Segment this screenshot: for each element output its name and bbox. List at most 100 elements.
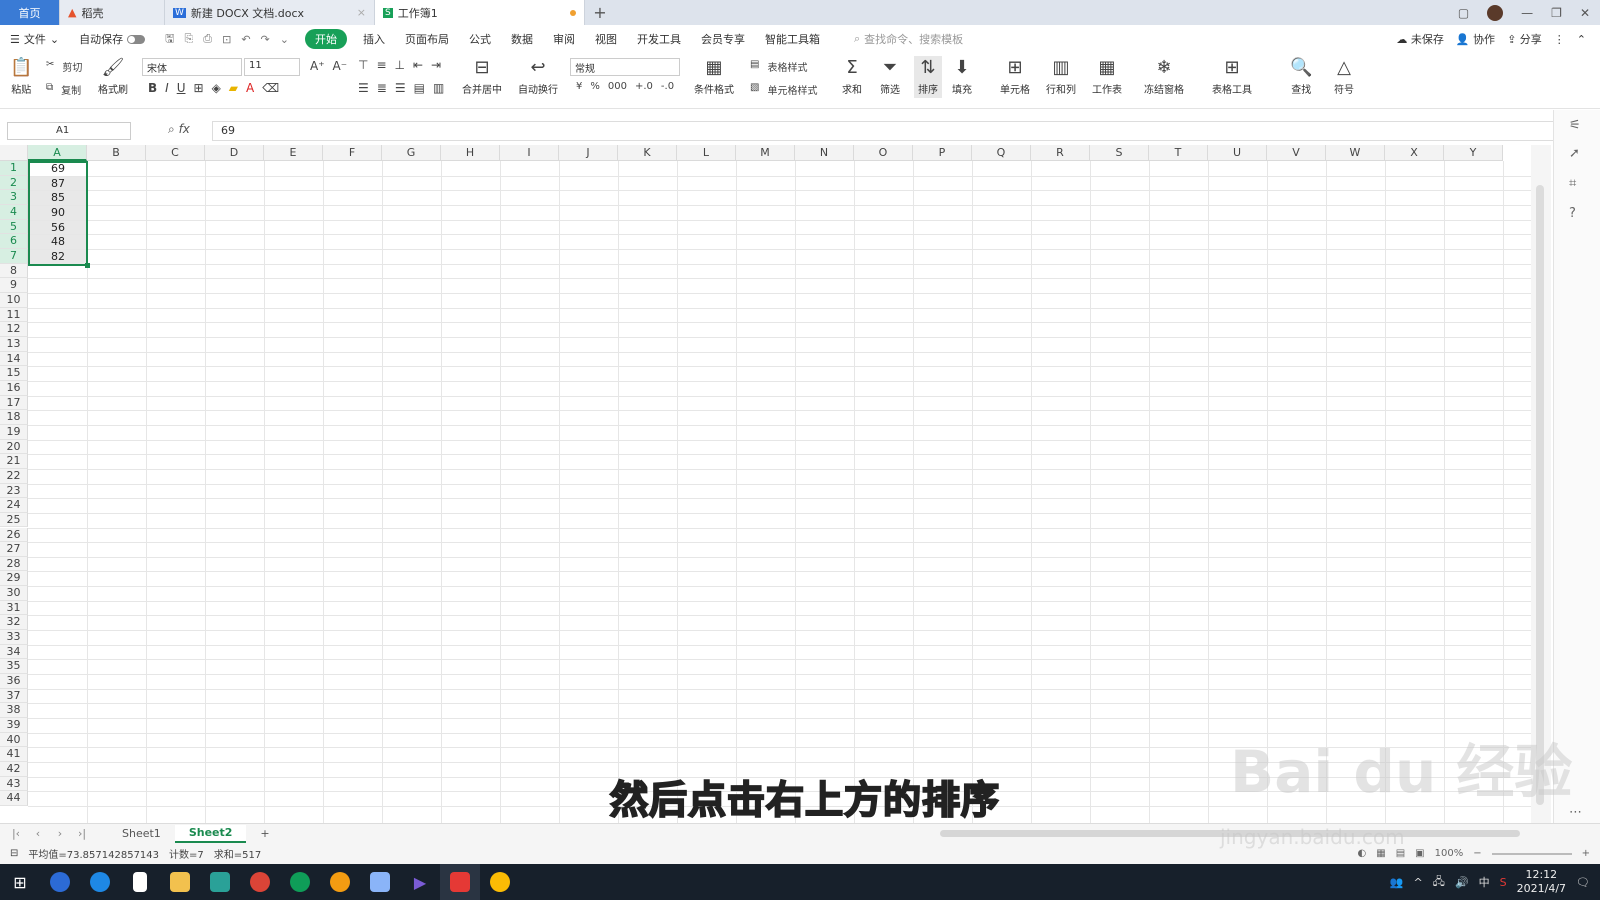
row-header[interactable]: 24 [0,498,28,513]
autosave-toggle[interactable]: 自动保存 [69,31,155,47]
row-header[interactable]: 35 [0,659,28,675]
worksheet-button[interactable]: ▦ 工作表 [1092,58,1122,97]
store-app-icon[interactable] [200,864,240,900]
cell-a7[interactable]: 82 [29,249,87,264]
row-header[interactable]: 40 [0,732,28,748]
sum-button[interactable]: Σ 求和 [842,58,862,97]
zoom-level[interactable]: 100% [1435,848,1464,859]
font-size-select[interactable]: 11 [244,58,300,76]
column-header-n[interactable]: N [795,145,854,161]
tab-daoke[interactable]: ▲ 稻壳 [60,0,165,25]
row-header[interactable]: 29 [0,571,28,587]
column-header-c[interactable]: C [146,145,205,161]
menu-dev-tools[interactable]: 开发工具 [627,31,691,47]
column-header-w[interactable]: W [1326,145,1385,161]
more-icon[interactable]: ⋮ [1554,33,1565,46]
zoom-slider[interactable] [1491,852,1572,855]
column-header-b[interactable]: B [87,145,146,161]
table-style-button[interactable]: ▤ 表格样式 [750,59,807,74]
share-button[interactable]: ⇪ 分享 [1507,31,1542,47]
menu-data[interactable]: 数据 [501,31,543,47]
new-tab-button[interactable]: + [585,0,615,25]
distribute-icon[interactable]: ▥ [433,81,444,95]
fill-button[interactable]: ⬇ 填充 [952,58,972,97]
currency-icon[interactable]: ¥ [576,81,582,92]
increase-decimal-icon[interactable]: +.0 [635,81,653,92]
close-window-icon[interactable]: ✕ [1580,6,1590,20]
notes-app-icon[interactable] [360,864,400,900]
ime-indicator[interactable]: 中 [1479,874,1490,890]
row-header[interactable]: 44 [0,791,28,807]
column-header-a[interactable]: A [28,145,87,161]
align-center-icon[interactable]: ≣ [377,81,387,95]
row-header[interactable]: 28 [0,556,28,572]
row-header[interactable]: 2 [0,175,28,191]
chrome-icon-3[interactable] [480,864,520,900]
sort-button[interactable]: ⇅ 排序 [914,56,942,98]
menu-formula[interactable]: 公式 [459,31,501,47]
row-header[interactable]: 3 [0,190,28,205]
row-header[interactable]: 8 [0,263,28,279]
vertical-scroll-thumb[interactable] [1536,185,1544,805]
format-painter-button[interactable]: 🖌 格式刷 [98,58,128,97]
menu-page-layout[interactable]: 页面布局 [395,31,459,47]
row-header[interactable]: 22 [0,468,28,484]
column-header-l[interactable]: L [677,145,736,161]
restore-icon[interactable]: ❐ [1551,6,1562,20]
row-header[interactable]: 39 [0,718,28,733]
network-icon[interactable]: 🖧 [1433,873,1445,892]
cell-a2[interactable]: 87 [29,176,87,191]
prev-sheet-icon[interactable]: ‹ [32,827,44,840]
column-header-h[interactable]: H [441,145,500,161]
row-header[interactable]: 21 [0,454,28,469]
highlight-icon[interactable]: ▰ [229,81,238,95]
row-header[interactable]: 32 [0,615,28,631]
add-sheet-button[interactable]: + [246,827,283,840]
column-header-p[interactable]: P [913,145,972,161]
tab-workbook[interactable]: S 工作簿1 [375,0,585,25]
menu-member[interactable]: 会员专享 [691,31,755,47]
sheet-tab-sheet1[interactable]: Sheet1 [108,827,175,840]
row-header[interactable]: 15 [0,366,28,381]
row-header[interactable]: 6 [0,234,28,249]
shapes-icon[interactable]: ⌗ [1569,176,1576,191]
percent-icon[interactable]: % [590,81,600,92]
align-left-icon[interactable]: ☰ [358,81,369,95]
indent-increase-icon[interactable]: ⇥ [431,58,441,72]
align-middle-icon[interactable]: ≡ [376,58,386,72]
column-header-e[interactable]: E [264,145,323,161]
document-app-icon[interactable] [120,864,160,900]
minimize-icon[interactable]: — [1521,6,1533,20]
eye-protect-icon[interactable]: ◐ [1358,848,1367,859]
vertical-scrollbar[interactable] [1531,145,1551,823]
print-icon[interactable]: ⎙ [203,32,212,46]
collapse-ribbon-icon[interactable]: ⌃ [1577,33,1586,46]
decrease-decimal-icon[interactable]: -.0 [661,81,674,92]
cursor-icon[interactable]: ➚ [1569,146,1580,161]
spreadsheet-grid[interactable]: A B C D E F G H I J K L M N O P Q R S T U V W X Y 1 2 3 4 5 6 7 8 9 10 11 12… [0,145,1550,823]
row-header[interactable]: 10 [0,292,28,308]
cell-a3[interactable]: 85 [29,191,87,205]
row-header[interactable]: 30 [0,586,28,601]
notification-icon[interactable]: 🗨 [1576,876,1590,889]
row-header[interactable]: 1 [0,161,28,176]
sheet-tab-sheet2[interactable]: Sheet2 [174,824,247,843]
menu-review[interactable]: 审阅 [543,31,585,47]
column-header-d[interactable]: D [205,145,264,161]
formula-input[interactable]: 69 [212,121,1562,141]
grow-font-icon[interactable]: A⁺ [310,59,325,73]
row-header[interactable]: 31 [0,600,28,616]
align-top-icon[interactable]: ⊤ [358,58,368,72]
font-family-select[interactable]: 宋体 [142,58,242,76]
row-header[interactable]: 38 [0,703,28,719]
zoom-in-icon[interactable]: + [1582,848,1590,859]
row-header[interactable]: 33 [0,630,28,645]
user-avatar[interactable] [1487,4,1504,21]
tab-home[interactable]: 首页 [0,0,60,25]
freeze-panes-button[interactable]: ❄ 冻结窗格 [1144,58,1184,97]
row-header[interactable]: 27 [0,542,28,557]
save-icon[interactable]: 🖫 [165,30,174,49]
column-header-f[interactable]: F [323,145,382,161]
window-layout-icon[interactable]: ▢ [1458,6,1469,20]
column-header-g[interactable]: G [382,145,441,161]
